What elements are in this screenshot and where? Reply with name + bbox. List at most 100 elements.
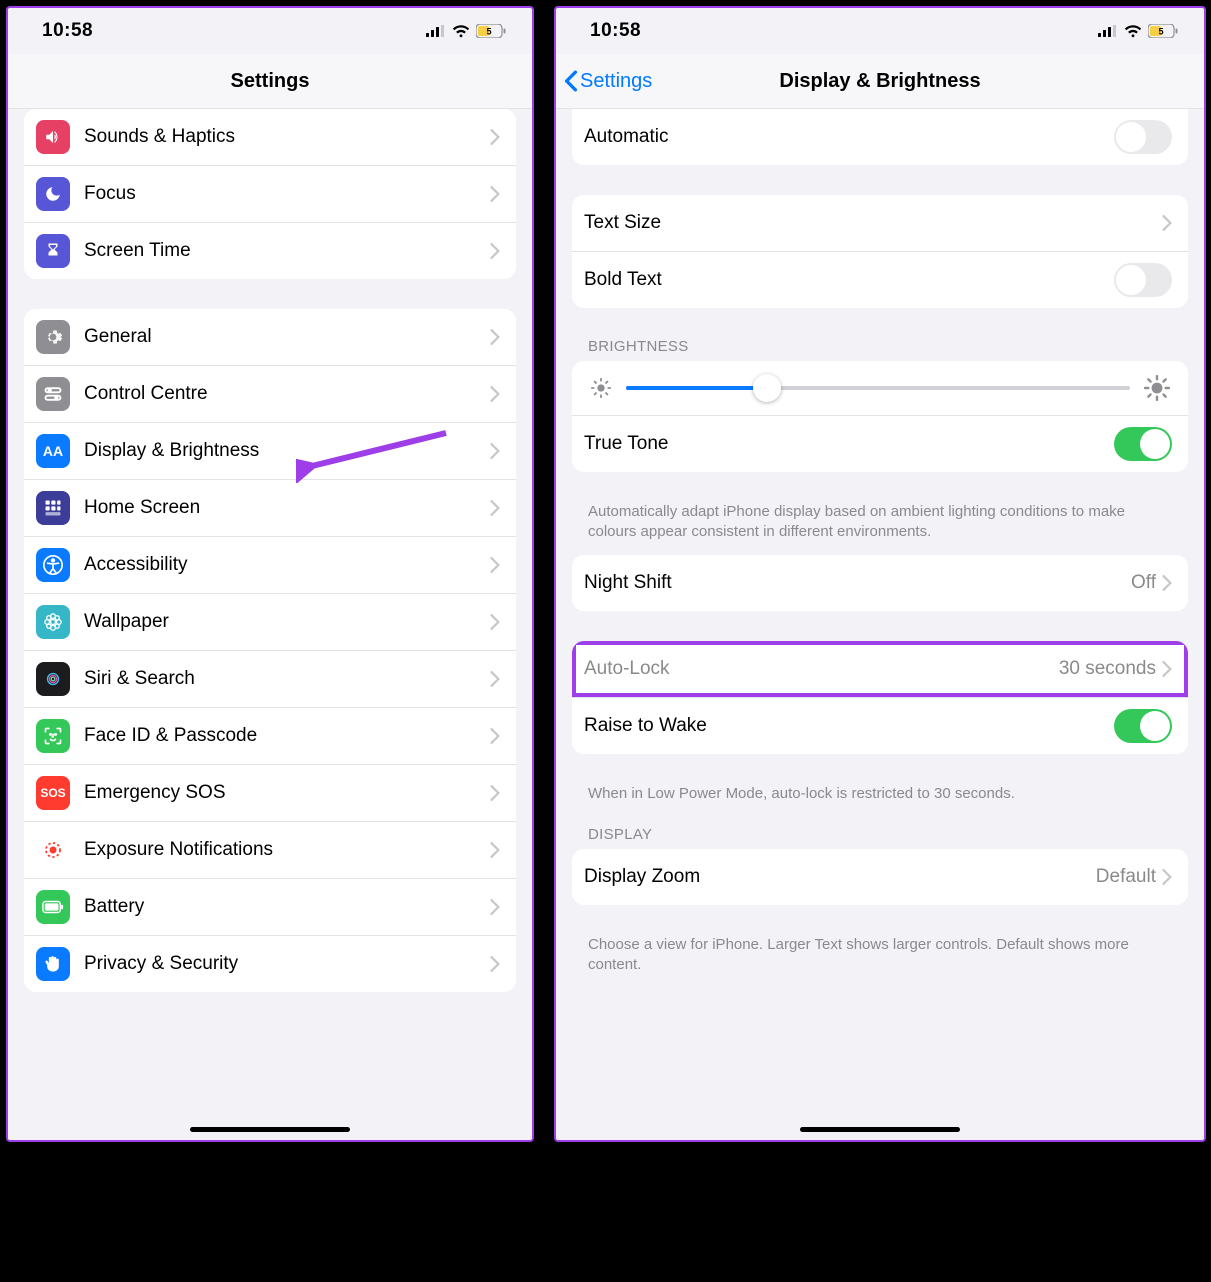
row-label: Night Shift (584, 572, 1131, 594)
row-label: Raise to Wake (584, 715, 1114, 737)
footer-true-tone: Automatically adapt iPhone display based… (588, 502, 1172, 543)
row-siri-search[interactable]: Siri & Search (24, 650, 516, 707)
chevron-left-icon (564, 70, 578, 92)
row-label: Face ID & Passcode (84, 725, 490, 747)
row-face-id-passcode[interactable]: Face ID & Passcode (24, 707, 516, 764)
row-label: Emergency SOS (84, 782, 490, 804)
row-label: True Tone (584, 433, 1114, 455)
row-focus[interactable]: Focus (24, 165, 516, 222)
sos-icon: SOS (36, 776, 70, 810)
row-automatic[interactable]: Automatic (572, 109, 1188, 165)
group-night-shift: Night Shift Off (572, 555, 1188, 611)
settings-list[interactable]: Sounds & Haptics Focus Screen Time Gener… (8, 109, 532, 1141)
toggle-automatic[interactable] (1114, 120, 1172, 154)
brightness-slider[interactable] (626, 386, 1130, 390)
wifi-icon (452, 25, 470, 38)
chevron-right-icon (1162, 215, 1172, 231)
row-battery[interactable]: Battery (24, 878, 516, 935)
chevron-right-icon (490, 614, 500, 630)
settings-screen: 10:58 5 Settings Sounds & Haptics Focus (6, 6, 534, 1142)
chevron-right-icon (490, 728, 500, 744)
footer-display-zoom: Choose a view for iPhone. Larger Text sh… (588, 935, 1172, 976)
row-screen-time[interactable]: Screen Time (24, 222, 516, 279)
row-emergency-sos[interactable]: SOS Emergency SOS (24, 764, 516, 821)
exposure-icon (36, 833, 70, 867)
row-privacy-security[interactable]: Privacy & Security (24, 935, 516, 992)
row-text-size[interactable]: Text Size (572, 195, 1188, 251)
display-settings-list[interactable]: Automatic Text Size Bold Text BRIGHTNESS (556, 109, 1204, 1141)
toggle-bold-text[interactable] (1114, 263, 1172, 297)
row-bold-text[interactable]: Bold Text (572, 251, 1188, 308)
row-label: Display & Brightness (84, 440, 490, 462)
nav-bar: Settings Display & Brightness (556, 54, 1204, 109)
row-exposure-notifications[interactable]: Exposure Notifications (24, 821, 516, 878)
moon-icon (36, 177, 70, 211)
chevron-right-icon (490, 186, 500, 202)
row-label: Control Centre (84, 383, 490, 405)
row-value: Off (1131, 572, 1156, 594)
nav-bar: Settings (8, 54, 532, 109)
row-label: Focus (84, 183, 490, 205)
flower-icon (36, 605, 70, 639)
row-label: Screen Time (84, 240, 490, 262)
battery-icon: 5 (1148, 24, 1178, 38)
chevron-right-icon (490, 671, 500, 687)
row-control-centre[interactable]: Control Centre (24, 365, 516, 422)
chevron-right-icon (490, 785, 500, 801)
home-indicator (190, 1127, 350, 1132)
cellular-icon (426, 25, 446, 37)
chevron-right-icon (1162, 661, 1172, 677)
chevron-right-icon (490, 956, 500, 972)
row-home-screen[interactable]: Home Screen (24, 479, 516, 536)
chevron-right-icon (490, 899, 500, 915)
cellular-icon (1098, 25, 1118, 37)
row-display-zoom[interactable]: Display Zoom Default (572, 849, 1188, 905)
toggle-true-tone[interactable] (1114, 427, 1172, 461)
row-label: Privacy & Security (84, 953, 490, 975)
status-bar: 10:58 5 (8, 8, 532, 54)
hand-icon (36, 947, 70, 981)
status-time: 10:58 (590, 20, 641, 42)
chevron-right-icon (490, 386, 500, 402)
row-display-brightness[interactable]: AA Display & Brightness (24, 422, 516, 479)
switches-icon (36, 377, 70, 411)
row-label: Home Screen (84, 497, 490, 519)
group-display-zoom: Display Zoom Default (572, 849, 1188, 905)
home-indicator (800, 1127, 960, 1132)
row-sounds-haptics[interactable]: Sounds & Haptics (24, 109, 516, 165)
status-time: 10:58 (42, 20, 93, 42)
row-value: Default (1096, 866, 1156, 888)
row-night-shift[interactable]: Night Shift Off (572, 555, 1188, 611)
battery-icon (36, 890, 70, 924)
chevron-right-icon (490, 500, 500, 516)
row-label: Exposure Notifications (84, 839, 490, 861)
chevron-right-icon (490, 129, 500, 145)
chevron-right-icon (490, 842, 500, 858)
chevron-right-icon (1162, 869, 1172, 885)
row-general[interactable]: General (24, 309, 516, 365)
row-brightness-slider[interactable] (572, 361, 1188, 415)
section-header-display: DISPLAY (588, 826, 1172, 843)
group-lock: Auto-Lock 30 seconds Raise to Wake (572, 641, 1188, 754)
display-brightness-screen: 10:58 5 Settings Display & Brightness Au… (554, 6, 1206, 1142)
text-size-icon: AA (36, 434, 70, 468)
battery-icon: 5 (476, 24, 506, 38)
svg-text:5: 5 (486, 27, 491, 37)
row-label: Display Zoom (584, 866, 1096, 888)
row-true-tone[interactable]: True Tone (572, 415, 1188, 472)
row-wallpaper[interactable]: Wallpaper (24, 593, 516, 650)
back-button[interactable]: Settings (564, 70, 652, 93)
row-raise-to-wake[interactable]: Raise to Wake (572, 697, 1188, 754)
group-appearance: Automatic (572, 109, 1188, 165)
row-label: Automatic (584, 126, 1114, 148)
row-auto-lock[interactable]: Auto-Lock 30 seconds (572, 641, 1188, 697)
hourglass-icon (36, 234, 70, 268)
status-icons: 5 (426, 24, 506, 38)
row-label: Sounds & Haptics (84, 126, 490, 148)
row-accessibility[interactable]: Accessibility (24, 536, 516, 593)
back-label: Settings (580, 70, 652, 93)
accessibility-icon (36, 548, 70, 582)
chevron-right-icon (490, 443, 500, 459)
toggle-raise-to-wake[interactable] (1114, 709, 1172, 743)
page-title: Display & Brightness (779, 70, 980, 93)
